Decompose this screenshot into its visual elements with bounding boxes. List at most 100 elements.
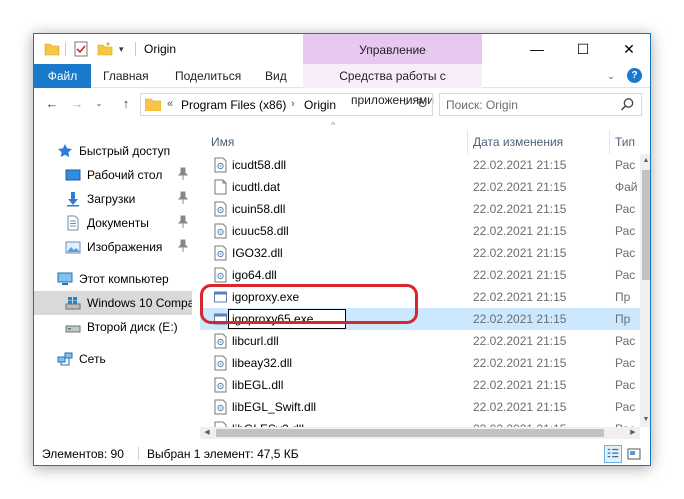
search-input[interactable] bbox=[440, 94, 615, 115]
dll-icon bbox=[214, 333, 227, 349]
breadcrumb-overflow[interactable]: « bbox=[167, 98, 173, 110]
scroll-left-arrow[interactable]: ◀ bbox=[200, 427, 214, 439]
table-row[interactable]: icuuc58.dll 22.02.2021 21:15 Рас bbox=[200, 220, 640, 242]
title-separator bbox=[65, 42, 66, 56]
nav-label: Рабочий стол bbox=[87, 168, 163, 182]
properties-icon[interactable] bbox=[74, 41, 88, 57]
nav-network[interactable]: Сеть bbox=[57, 347, 192, 371]
scroll-right-arrow[interactable]: ▶ bbox=[626, 427, 640, 439]
file-type: Рас bbox=[615, 158, 636, 172]
forward-button[interactable]: → bbox=[69, 96, 85, 112]
vertical-scrollbar[interactable]: ▲ ▼ bbox=[640, 154, 650, 427]
pin-icon[interactable] bbox=[178, 239, 188, 253]
tab-file[interactable]: Файл bbox=[34, 64, 91, 88]
tab-view[interactable]: Вид bbox=[265, 64, 287, 88]
nav-label: Изображения bbox=[87, 240, 163, 254]
pin-icon[interactable] bbox=[178, 167, 188, 181]
new-folder-icon[interactable] bbox=[97, 41, 113, 57]
file-icon bbox=[214, 179, 227, 195]
scroll-down-arrow[interactable]: ▼ bbox=[640, 413, 650, 427]
file-type: Пр bbox=[615, 290, 631, 304]
nav-downloads[interactable]: Загрузки bbox=[65, 187, 192, 211]
file-date: 22.02.2021 21:15 bbox=[473, 356, 567, 370]
file-name: libEGL_Swift.dll bbox=[232, 400, 317, 414]
title-bar: ▾ Origin Управление — ☐ ✕ bbox=[34, 34, 650, 64]
title-separator bbox=[135, 42, 136, 56]
table-row[interactable]: icudtl.dat 22.02.2021 21:15 Фай bbox=[200, 176, 640, 198]
file-date: 22.02.2021 21:15 bbox=[473, 378, 567, 392]
file-type: Рас bbox=[615, 224, 636, 238]
table-row[interactable]: libeay32.dll 22.02.2021 21:15 Рас bbox=[200, 352, 640, 374]
address-bar[interactable]: « Program Files (x86) › Origin ⌄ ↻ bbox=[140, 93, 433, 116]
nav-quick-access[interactable]: Быстрый доступ bbox=[57, 139, 192, 163]
search-icon[interactable] bbox=[620, 97, 635, 112]
column-date[interactable]: Дата изменения bbox=[468, 130, 610, 154]
star-icon bbox=[58, 144, 72, 158]
file-date: 22.02.2021 21:15 bbox=[473, 400, 567, 414]
pin-icon[interactable] bbox=[178, 191, 188, 205]
nav-drive-e[interactable]: Второй диск (E:) bbox=[65, 315, 192, 339]
nav-desktop[interactable]: Рабочий стол bbox=[65, 163, 192, 187]
file-date: 22.02.2021 21:15 bbox=[473, 246, 567, 260]
dll-icon bbox=[214, 157, 227, 173]
column-type[interactable]: Тип bbox=[610, 130, 650, 154]
tab-share[interactable]: Поделиться bbox=[175, 64, 241, 88]
nav-label: Быстрый доступ bbox=[79, 144, 171, 158]
refresh-button[interactable]: ↻ bbox=[417, 96, 428, 112]
status-bar: Элементов: 90 Выбран 1 элемент: 47,5 КБ bbox=[34, 442, 650, 465]
navigation-bar: ← → ⌄ ↑ « Program Files (x86) › Origin ⌄… bbox=[34, 89, 650, 121]
dll-icon bbox=[214, 201, 227, 217]
scroll-up-arrow[interactable]: ▲ bbox=[640, 154, 650, 168]
up-button[interactable]: ↑ bbox=[118, 96, 134, 112]
help-icon[interactable]: ? bbox=[627, 68, 642, 83]
file-type: Рас bbox=[615, 400, 636, 414]
windows-drive-icon bbox=[65, 297, 81, 310]
scroll-thumb[interactable] bbox=[642, 170, 650, 280]
rename-highlight bbox=[200, 284, 418, 324]
breadcrumb-origin[interactable]: Origin bbox=[304, 98, 336, 112]
tab-home[interactable]: Главная bbox=[103, 64, 149, 88]
column-name[interactable]: Имя bbox=[200, 130, 468, 154]
file-name: igo64.dll bbox=[232, 268, 277, 282]
table-row[interactable]: libcurl.dll 22.02.2021 21:15 Рас bbox=[200, 330, 640, 352]
window-title: Origin bbox=[144, 42, 177, 56]
nav-label: Документы bbox=[87, 216, 149, 230]
status-separator bbox=[138, 447, 139, 460]
nav-this-pc[interactable]: Этот компьютер bbox=[57, 267, 192, 291]
file-name: icuuc58.dll bbox=[232, 224, 289, 238]
scroll-thumb[interactable] bbox=[216, 429, 604, 437]
pin-icon[interactable] bbox=[178, 215, 188, 229]
breadcrumb-program-files[interactable]: Program Files (x86) bbox=[181, 98, 286, 112]
expand-ribbon-button[interactable]: ⌄ bbox=[604, 69, 618, 83]
table-row[interactable]: icuin58.dll 22.02.2021 21:15 Рас bbox=[200, 198, 640, 220]
file-date: 22.02.2021 21:15 bbox=[473, 290, 567, 304]
close-button[interactable]: ✕ bbox=[606, 34, 650, 64]
nav-label: Windows 10 Compact bbox=[87, 296, 192, 310]
large-icons-view-icon[interactable] bbox=[625, 445, 643, 463]
network-icon bbox=[57, 352, 73, 366]
recent-locations-button[interactable]: ⌄ bbox=[94, 96, 104, 112]
ribbon-tabs: Файл Главная Поделиться Вид Средства раб… bbox=[34, 64, 650, 107]
file-date: 22.02.2021 21:15 bbox=[473, 312, 567, 326]
nav-drive-c[interactable]: Windows 10 Compact bbox=[65, 291, 192, 315]
nav-documents[interactable]: Документы bbox=[65, 211, 192, 235]
address-history-button[interactable]: ⌄ bbox=[402, 98, 409, 107]
maximize-button[interactable]: ☐ bbox=[560, 34, 606, 64]
file-date: 22.02.2021 21:15 bbox=[473, 158, 567, 172]
breadcrumb-separator[interactable]: › bbox=[291, 98, 295, 110]
table-row[interactable]: IGO32.dll 22.02.2021 21:15 Рас bbox=[200, 242, 640, 264]
dll-icon bbox=[214, 245, 227, 261]
table-row[interactable]: libEGL.dll 22.02.2021 21:15 Рас bbox=[200, 374, 640, 396]
table-row[interactable]: icudt58.dll 22.02.2021 21:15 Рас bbox=[200, 154, 640, 176]
nav-pictures[interactable]: Изображения bbox=[65, 235, 192, 259]
horizontal-scrollbar[interactable]: ◀ ▶ bbox=[200, 427, 640, 439]
tab-app-tools[interactable]: Средства работы с приложениями bbox=[303, 64, 482, 107]
table-row[interactable]: libEGL_Swift.dll 22.02.2021 21:15 Рас bbox=[200, 396, 640, 418]
file-name: IGO32.dll bbox=[232, 246, 283, 260]
details-view-icon[interactable] bbox=[604, 445, 622, 463]
back-button[interactable]: ← bbox=[44, 96, 60, 112]
table-row[interactable]: igo64.dll 22.02.2021 21:15 Рас bbox=[200, 264, 640, 286]
minimize-button[interactable]: — bbox=[514, 34, 560, 64]
customize-toolbar-button[interactable]: ▾ bbox=[119, 41, 129, 57]
file-name: libEGL.dll bbox=[232, 378, 284, 392]
